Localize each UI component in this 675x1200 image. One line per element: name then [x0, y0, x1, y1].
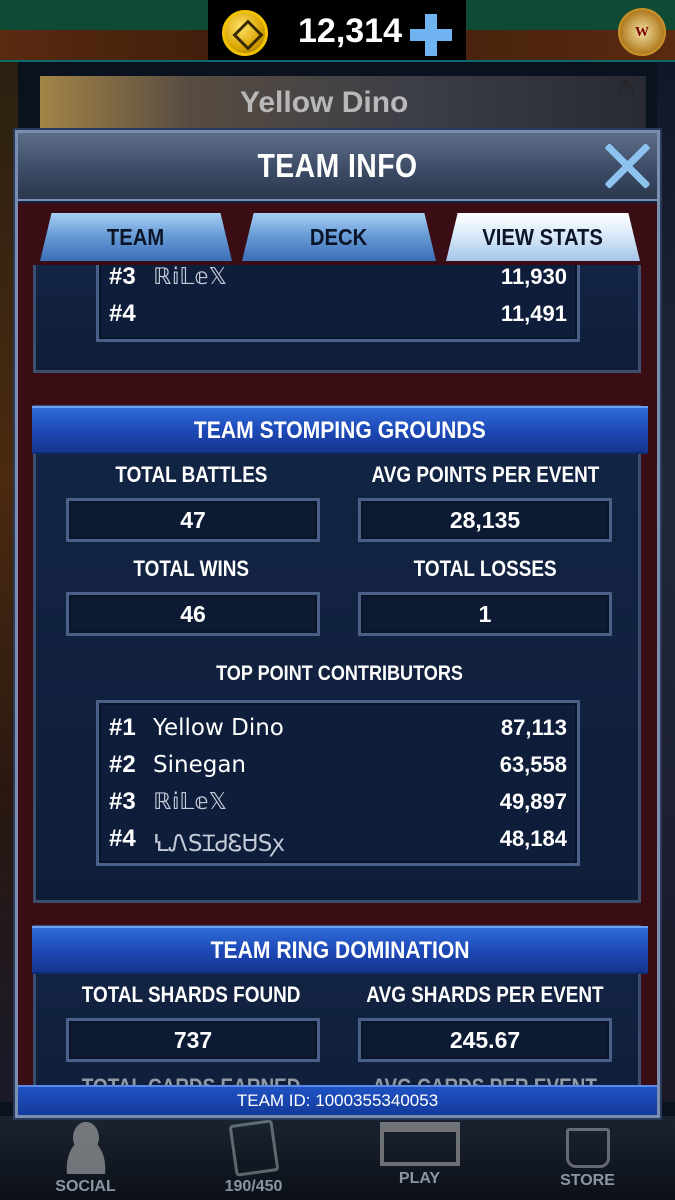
rank-name: ℝ𝕚𝕃𝕖𝕏	[153, 265, 228, 290]
nav-store-label: STORE	[560, 1172, 615, 1189]
avg-points-label: AVG POINTS PER EVENT	[340, 462, 630, 488]
cards-icon	[228, 1119, 279, 1177]
bottom-nav: SOCIAL 190/450 PLAY STORE	[0, 1116, 675, 1200]
tab-view-stats-label: VIEW STATS	[482, 224, 604, 250]
team-ranking-card: #3 ℝ𝕚𝕃𝕖𝕏 11,930 #4 11,491	[33, 265, 641, 373]
rank-number: #4	[109, 825, 136, 852]
avg-cards-label-text: AVG CARDS PER EVENT	[373, 1074, 598, 1085]
list-item: #2 Sinegan 63,558	[99, 746, 577, 783]
store-icon	[565, 1128, 610, 1168]
total-shards-value: 737	[66, 1018, 320, 1062]
top-contributors-label: TOP POINT CONTRIBUTORS	[36, 662, 644, 686]
coin-icon	[222, 10, 268, 56]
tab-deck-label: DECK	[310, 224, 368, 250]
modal-header: TEAM INFO	[18, 133, 657, 201]
total-losses-label-text: TOTAL LOSSES	[413, 556, 557, 581]
top-contributors-label-text: TOP POINT CONTRIBUTORS	[216, 662, 464, 685]
close-icon[interactable]	[602, 139, 654, 191]
rank-number: #3	[109, 265, 136, 290]
team-info-modal: TEAM INFO TEAM DECK VIEW STATS #3 ℝ𝕚𝕃𝕖𝕏 …	[15, 130, 660, 1118]
total-losses-label: TOTAL LOSSES	[340, 556, 630, 582]
rank-score: 87,113	[500, 715, 567, 740]
avg-shards-value: 245.67	[358, 1018, 612, 1062]
tabs-bar: TEAM DECK VIEW STATS	[18, 203, 657, 265]
avg-points-label-text: AVG POINTS PER EVENT	[371, 462, 599, 487]
rank-name: Yellow Dino	[153, 715, 284, 741]
plus-icon[interactable]	[408, 12, 454, 58]
nav-social-label: SOCIAL	[55, 1178, 116, 1195]
ring-domination-title: TEAM RING DOMINATION	[32, 926, 648, 974]
stomping-grounds-title: TEAM STOMPING GROUNDS	[32, 406, 648, 454]
avg-cards-label: AVG CARDS PER EVENT	[340, 1074, 630, 1085]
tab-team[interactable]: TEAM	[40, 213, 232, 261]
rank-score: 63,558	[499, 752, 567, 777]
top-contributors-list: #1 Yellow Dino 87,113 #2 Sinegan 63,558 …	[96, 700, 580, 866]
total-shards-label: TOTAL SHARDS FOUND	[46, 982, 336, 1008]
team-id-footer: TEAM ID: 1000355340053	[18, 1085, 657, 1115]
rank-score: 48,184	[499, 826, 567, 851]
avg-shards-label: AVG SHARDS PER EVENT	[340, 982, 630, 1008]
rank-number: #4	[109, 300, 136, 327]
social-icon	[55, 1122, 116, 1174]
rank-score: 11,491	[500, 301, 567, 326]
total-cards-label: TOTAL CARDS EARNED	[46, 1074, 336, 1085]
rank-name: ℝ𝕚𝕃𝕖𝕏	[153, 789, 228, 815]
avg-shards-label-text: AVG SHARDS PER EVENT	[366, 982, 604, 1007]
modal-title: TEAM INFO	[257, 147, 418, 184]
ring-icon	[379, 1122, 460, 1166]
tab-deck[interactable]: DECK	[242, 213, 436, 261]
nav-cards-label: 190/450	[224, 1178, 283, 1195]
nav-play[interactable]: PLAY	[352, 1116, 487, 1200]
total-shards-label-text: TOTAL SHARDS FOUND	[81, 982, 301, 1007]
total-cards-label-text: TOTAL CARDS EARNED	[82, 1074, 301, 1085]
background-team-name: Yellow Dino	[240, 86, 409, 119]
total-wins-label-text: TOTAL WINS	[133, 556, 249, 581]
wwe-crest-icon[interactable]: W	[618, 8, 666, 56]
nav-social[interactable]: SOCIAL	[18, 1116, 153, 1200]
coin-amount: 12,314	[298, 12, 402, 50]
list-item: #3 ℝ𝕚𝕃𝕖𝕏 11,930	[99, 265, 577, 295]
total-battles-label-text: TOTAL BATTLES	[114, 462, 268, 487]
coin-counter: 12,314	[208, 0, 466, 60]
rank-number: #1	[109, 714, 136, 741]
nav-cards[interactable]: 190/450	[186, 1116, 321, 1200]
rank-number: #3	[109, 788, 136, 815]
total-losses-value: 1	[358, 592, 612, 636]
nav-store[interactable]: STORE	[520, 1116, 655, 1200]
total-battles-value: 47	[66, 498, 320, 542]
rank-number: #2	[109, 751, 136, 778]
team-ranking-list: #3 ℝ𝕚𝕃𝕖𝕏 11,930 #4 11,491	[96, 265, 580, 342]
list-item: #1 Yellow Dino 87,113	[99, 709, 577, 746]
rank-name: Sinegan	[153, 752, 246, 778]
nav-play-label: PLAY	[398, 1170, 441, 1187]
total-wins-label: TOTAL WINS	[46, 556, 336, 582]
tab-team-label: TEAM	[107, 224, 165, 250]
warning-icon: ⚠	[616, 76, 636, 101]
tab-view-stats[interactable]: VIEW STATS	[446, 213, 640, 261]
avg-points-value: 28,135	[358, 498, 612, 542]
rank-score: 49,897	[499, 789, 567, 814]
list-item: #4 ꝆᏁЅꞮᏧᏋᏌЅꭗ 48,184	[99, 820, 577, 857]
ring-domination-title-text: TEAM RING DOMINATION	[210, 937, 470, 964]
list-item: #3 ℝ𝕚𝕃𝕖𝕏 49,897	[99, 783, 577, 820]
stomping-grounds-title-text: TEAM STOMPING GROUNDS	[194, 417, 486, 444]
total-battles-label: TOTAL BATTLES	[46, 462, 336, 488]
list-item: #4 11,491	[99, 295, 577, 332]
rank-name: ꝆᏁЅꞮᏧᏋᏌЅꭗ	[153, 831, 285, 857]
rank-score: 11,930	[500, 265, 567, 289]
stats-scroll-area[interactable]: #3 ℝ𝕚𝕃𝕖𝕏 11,930 #4 11,491 TEAM STOMPING …	[18, 265, 657, 1085]
stomping-grounds-card: TEAM STOMPING GROUNDS TOTAL BATTLES AVG …	[32, 405, 648, 903]
total-wins-value: 46	[66, 592, 320, 636]
ring-domination-card: TEAM RING DOMINATION TOTAL SHARDS FOUND …	[32, 925, 648, 1085]
